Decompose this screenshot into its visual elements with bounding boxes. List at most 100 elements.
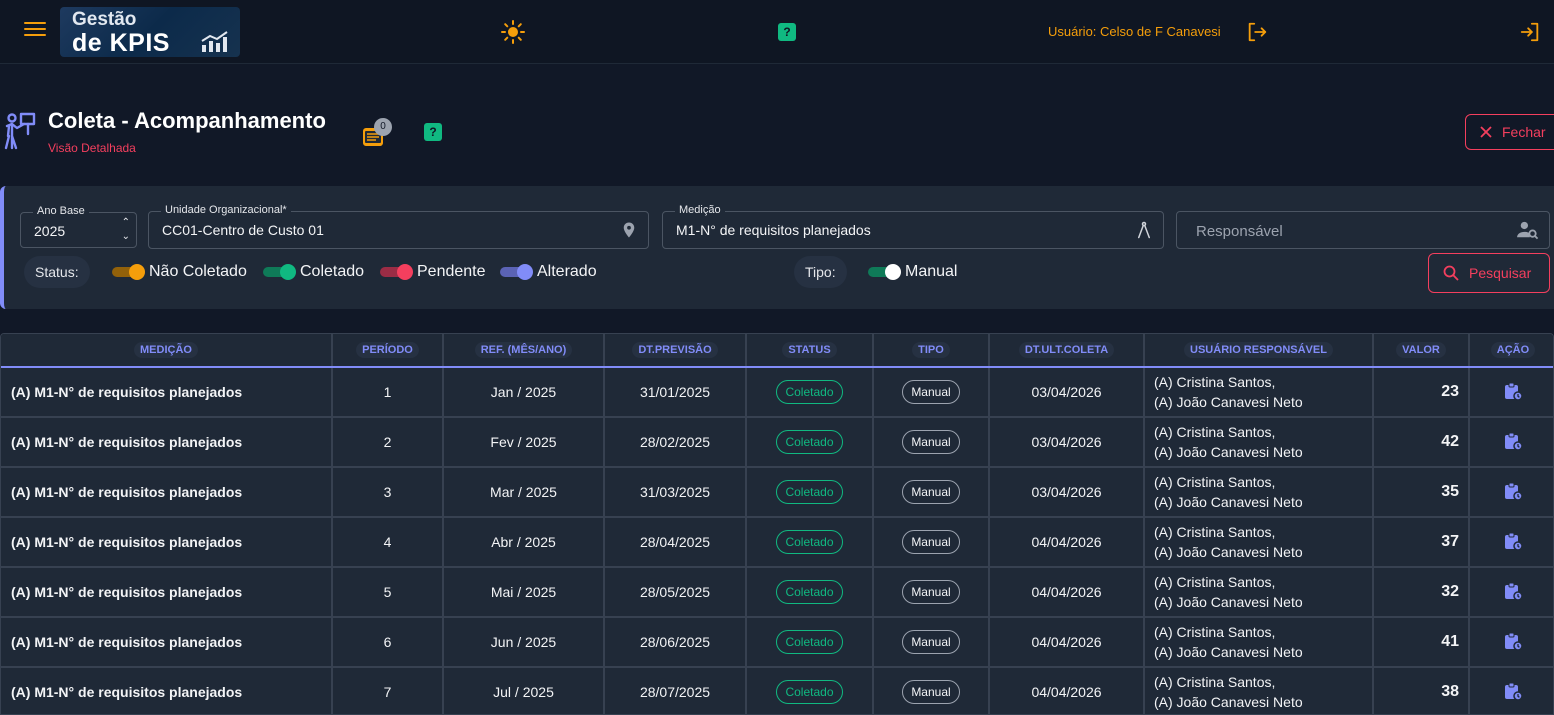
toggle-pendente[interactable]: Pendente <box>380 263 486 280</box>
tipo-chip-label: Tipo: <box>794 256 847 288</box>
status-badge: Coletado <box>776 430 843 454</box>
clipboard-clock-icon[interactable] <box>1503 681 1523 704</box>
cell-responsavel: (A) Cristina Santos, (A) João Canavesi Ne… <box>1144 517 1374 568</box>
app-logo[interactable]: Gestão de KPIS <box>60 7 240 57</box>
tipo-badge: Manual <box>902 680 960 704</box>
cell-tipo: Manual <box>873 467 990 518</box>
clipboard-clock-icon[interactable] <box>1503 631 1523 654</box>
col-header[interactable]: STATUS <box>746 334 874 368</box>
cell-ref: Mai / 2025 <box>443 567 605 618</box>
col-header[interactable]: TIPO <box>873 334 990 368</box>
clipboard-clock-icon[interactable] <box>1503 431 1523 454</box>
toggle-track <box>868 264 901 280</box>
cell-ult-coleta: 03/04/2026 <box>989 467 1145 518</box>
cell-tipo: Manual <box>873 517 990 568</box>
cell-periodo: 3 <box>332 467 444 518</box>
cell-valor: 37 <box>1373 517 1470 568</box>
toggle-label: Coletado <box>300 263 365 280</box>
responsavel-name: (A) Cristina Santos, <box>1154 424 1276 440</box>
toggle-track <box>263 264 296 280</box>
cell-ult-coleta: 04/04/2026 <box>989 517 1145 568</box>
logo-line2: de KPIS <box>72 29 170 57</box>
cell-status: Coletado <box>746 617 874 668</box>
data-table: MEDIÇÃO PERÍODO REF. (MÊS/ANO) DT.PREVIS… <box>0 333 1554 715</box>
toggle-label: Alterado <box>537 263 597 280</box>
menu-icon[interactable] <box>24 22 46 40</box>
cell-medicao: (A) M1-N° de requisitos planejados <box>1 617 333 668</box>
responsavel-name: (A) João Canavesi Neto <box>1154 494 1303 510</box>
table-row: (A) M1-N° de requisitos planejados 3 Mar… <box>1 467 1553 518</box>
table-row: (A) M1-N° de requisitos planejados 1 Jan… <box>1 367 1553 418</box>
close-button[interactable]: Fechar <box>1465 114 1554 150</box>
logo-line1: Gestão <box>72 9 137 30</box>
cell-periodo: 7 <box>332 667 444 714</box>
cell-ref: Jan / 2025 <box>443 367 605 418</box>
medicao-label: Medição <box>675 204 725 216</box>
cell-ult-coleta: 04/04/2026 <box>989 667 1145 714</box>
user-search-icon[interactable] <box>1517 220 1539 240</box>
logout-icon[interactable] <box>1246 21 1268 43</box>
col-header[interactable]: REF. (MÊS/ANO) <box>443 334 605 368</box>
toggle-coletado[interactable]: Coletado <box>263 263 365 280</box>
cell-ref: Abr / 2025 <box>443 517 605 568</box>
responsavel-name: (A) Cristina Santos, <box>1154 674 1276 690</box>
responsavel-placeholder: Responsável <box>1196 223 1283 240</box>
cell-previsao: 31/01/2025 <box>604 367 747 418</box>
cell-ref: Jun / 2025 <box>443 617 605 668</box>
toggle-nao-coletado[interactable]: Não Coletado <box>112 263 247 280</box>
location-icon[interactable] <box>620 220 638 240</box>
chart-growth-icon <box>201 31 228 52</box>
search-button[interactable]: Pesquisar <box>1428 253 1550 293</box>
responsavel-name: (A) João Canavesi Neto <box>1154 694 1303 710</box>
unidade-value: CC01-Centro de Custo 01 <box>162 222 324 238</box>
cell-tipo: Manual <box>873 367 990 418</box>
medicao-value: M1-N° de requisitos planejados <box>676 222 871 238</box>
cell-valor: 41 <box>1373 617 1470 668</box>
clipboard-clock-icon[interactable] <box>1503 531 1523 554</box>
medicao-field[interactable]: Medição M1-N° de requisitos planejados <box>662 204 1164 249</box>
cell-previsao: 28/05/2025 <box>604 567 747 618</box>
unidade-field[interactable]: Unidade Organizacional* CC01-Centro de C… <box>148 204 649 249</box>
cell-ref: Mar / 2025 <box>443 467 605 518</box>
cell-tipo: Manual <box>873 617 990 668</box>
table-row: (A) M1-N° de requisitos planejados 2 Fev… <box>1 417 1553 468</box>
status-badge: Coletado <box>776 480 843 504</box>
clipboard-clock-icon[interactable] <box>1503 581 1523 604</box>
cell-acao <box>1469 567 1553 618</box>
status-badge: Coletado <box>776 380 843 404</box>
clipboard-clock-icon[interactable] <box>1503 381 1523 404</box>
table-header-row: MEDIÇÃO PERÍODO REF. (MÊS/ANO) DT.PREVIS… <box>1 334 1553 368</box>
cell-valor: 38 <box>1373 667 1470 714</box>
exit-icon[interactable] <box>1519 21 1541 43</box>
col-header[interactable]: VALOR <box>1373 334 1470 368</box>
col-header[interactable]: DT.PREVISÃO <box>604 334 747 368</box>
toggle-label: Não Coletado <box>149 263 247 280</box>
notes-count-badge: 0 <box>374 118 392 136</box>
cell-medicao: (A) M1-N° de requisitos planejados <box>1 567 333 618</box>
col-header[interactable]: MEDIÇÃO <box>1 334 333 368</box>
sun-icon[interactable] <box>501 20 525 44</box>
responsavel-field[interactable]: Responsável <box>1176 211 1550 249</box>
col-header[interactable]: PERÍODO <box>332 334 444 368</box>
tipo-badge: Manual <box>902 430 960 454</box>
responsavel-name: (A) João Canavesi Neto <box>1154 594 1303 610</box>
cell-periodo: 5 <box>332 567 444 618</box>
col-header[interactable]: USUÁRIO RESPONSÁVEL <box>1144 334 1374 368</box>
compass-icon[interactable] <box>1135 220 1153 240</box>
year-stepper[interactable]: ⌃ ⌄ <box>122 216 130 244</box>
clipboard-clock-icon[interactable] <box>1503 481 1523 504</box>
cell-responsavel: (A) Cristina Santos, (A) João Canavesi Ne… <box>1144 467 1374 518</box>
responsavel-name: (A) Cristina Santos, <box>1154 374 1276 390</box>
responsavel-name: (A) Cristina Santos, <box>1154 624 1276 640</box>
toggle-alterado[interactable]: Alterado <box>500 263 597 280</box>
toggle-manual[interactable]: Manual <box>868 263 957 280</box>
ano-base-field[interactable]: Ano Base 2025 ⌃ ⌄ <box>20 205 137 248</box>
help-icon[interactable]: ? <box>778 23 796 41</box>
col-header[interactable]: DT.ULT.COLETA <box>989 334 1145 368</box>
cell-status: Coletado <box>746 517 874 568</box>
help-icon[interactable]: ? <box>424 123 442 141</box>
cell-previsao: 28/06/2025 <box>604 617 747 668</box>
presentation-icon <box>4 112 36 150</box>
status-chip-label: Status: <box>24 256 90 288</box>
close-icon <box>1480 126 1492 138</box>
